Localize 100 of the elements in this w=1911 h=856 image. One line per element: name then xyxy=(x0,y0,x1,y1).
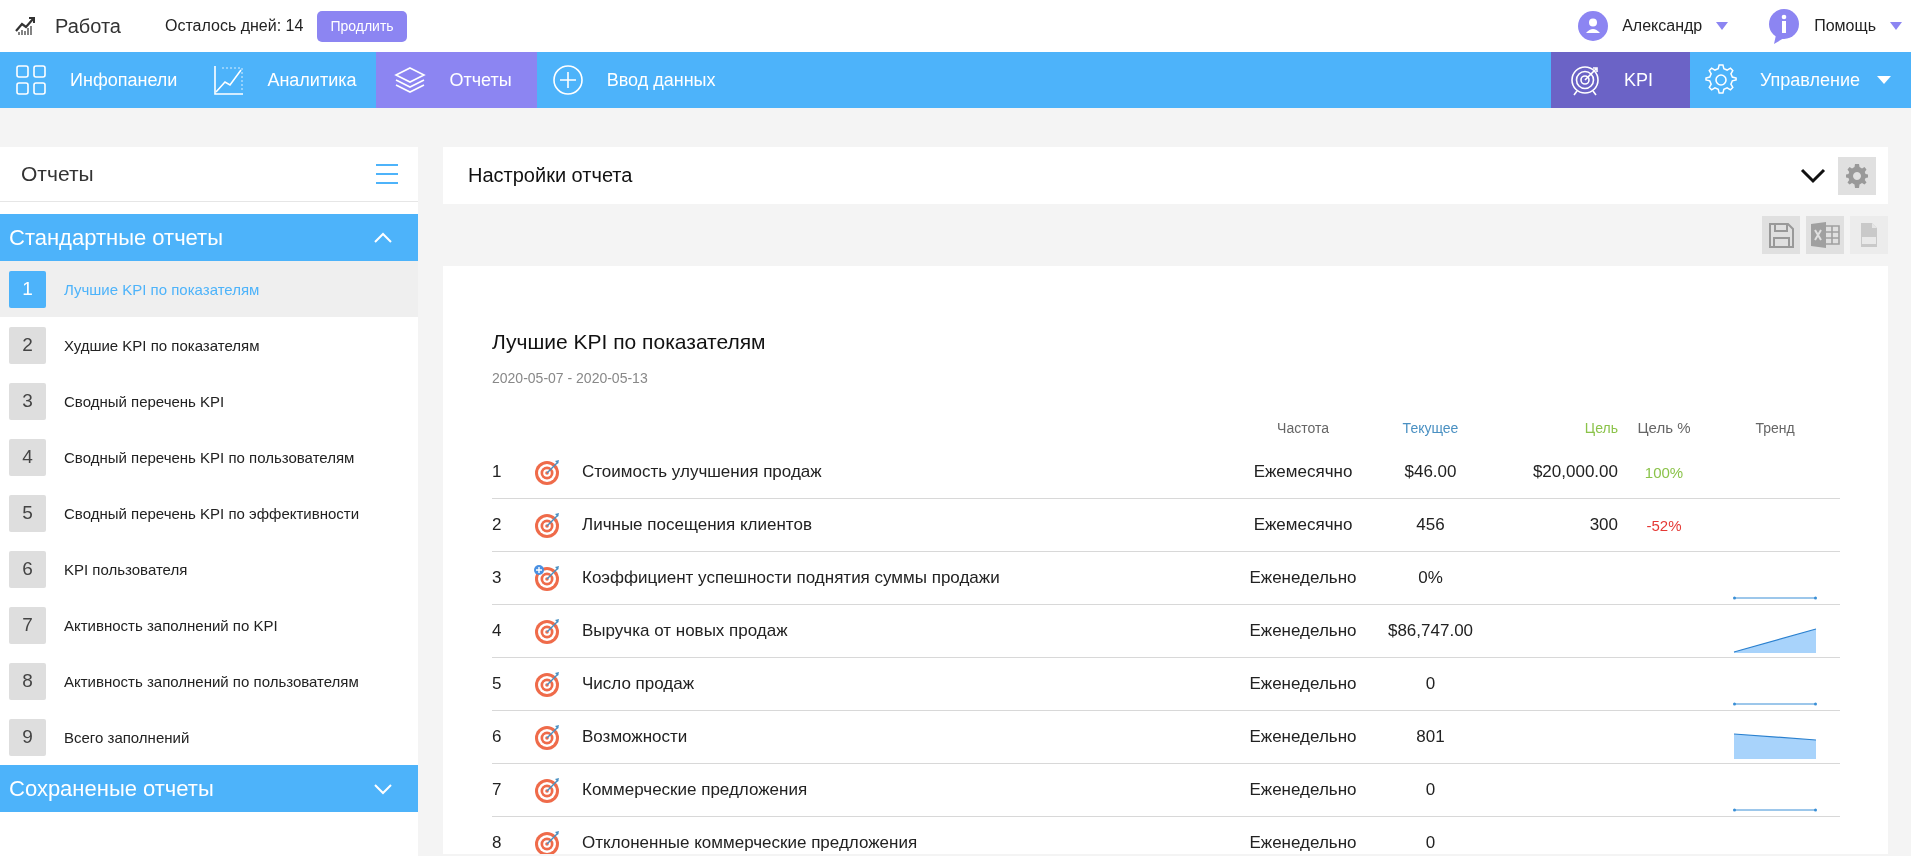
number-tile: 8 xyxy=(9,662,46,700)
grid-icon xyxy=(15,64,47,96)
caret-icon xyxy=(1716,22,1729,30)
report-list-item[interactable]: 2 Худшие KPI по показателям xyxy=(0,317,418,373)
date-range: 2020-05-07 - 2020-05-13 xyxy=(492,370,649,386)
goal-value: 300 xyxy=(1588,515,1618,535)
kpi-name: Возможности xyxy=(582,727,689,747)
number-tile: 7 xyxy=(9,606,46,644)
frequency: Ежемесячно xyxy=(1252,462,1354,482)
plus-circle-icon xyxy=(551,64,584,96)
save-button[interactable] xyxy=(1762,216,1800,254)
row-number: 8 xyxy=(492,833,503,853)
row-number: 1 xyxy=(492,462,503,482)
column-header: Текущее xyxy=(1401,420,1460,436)
column-header: Тренд xyxy=(1754,420,1796,436)
report-name: Сводный перечень KPI по эффективности xyxy=(64,504,360,522)
app-title: Работа xyxy=(55,14,121,38)
kpi-name: Личные посещения клиентов xyxy=(582,515,813,535)
report-list-item[interactable]: 3 Сводный перечень KPI xyxy=(0,373,418,429)
report-name: Сводный перечень KPI по пользователям xyxy=(64,448,355,466)
settings-button[interactable] xyxy=(1838,156,1876,195)
column-header: Цель xyxy=(1583,420,1618,436)
report-list-item[interactable]: 8 Активность заполнений по пользователям xyxy=(0,653,418,709)
info-icon xyxy=(1768,8,1801,44)
excel-export-button[interactable] xyxy=(1806,216,1844,254)
report-list-item[interactable]: 6 KPI пользователя xyxy=(0,541,418,597)
caret-icon xyxy=(1890,22,1902,30)
pdf-export-button[interactable] xyxy=(1850,216,1888,254)
goal-percent: -52% xyxy=(1645,516,1683,534)
current-value: 0 xyxy=(1424,674,1437,694)
current-value: $86,747.00 xyxy=(1386,621,1475,641)
frequency: Еженедельно xyxy=(1248,833,1358,853)
report-list-item[interactable]: 9 Всего заполнений xyxy=(0,709,418,765)
report-list-item[interactable]: 7 Активность заполнений по KPI xyxy=(0,597,418,653)
settings-icon xyxy=(1846,162,1868,189)
user-menu[interactable]: Александр xyxy=(1578,11,1729,41)
number-tile: 5 xyxy=(9,494,46,532)
current-value: $46.00 xyxy=(1403,462,1458,482)
row-number: 3 xyxy=(492,568,503,588)
chevron-icon[interactable] xyxy=(1800,167,1826,184)
caret-icon xyxy=(1877,76,1891,84)
goal-value: $20,000.00 xyxy=(1531,462,1618,482)
report-list-item[interactable]: 5 Сводный перечень KPI по эффективности xyxy=(0,485,418,541)
report-title: Лучшие KPI по показателям xyxy=(492,330,767,354)
column-header: Частота xyxy=(1276,420,1330,436)
current-value: 0% xyxy=(1417,568,1444,588)
goal-percent: 100% xyxy=(1643,463,1685,481)
settings-icon xyxy=(1704,64,1737,96)
number-tile: 9 xyxy=(9,718,46,756)
chevron-icon xyxy=(374,782,392,795)
menu-icon[interactable] xyxy=(376,163,398,185)
column-header: Цель % xyxy=(1636,419,1692,436)
report-name: Худшие KPI по показателям xyxy=(64,336,260,354)
trial-days-text: Осталось дней: 14 xyxy=(165,17,304,35)
row-number: 5 xyxy=(492,674,503,694)
row-number: 6 xyxy=(492,727,503,747)
row-number: 2 xyxy=(492,515,503,535)
report-name: KPI пользователя xyxy=(64,560,188,578)
current-value: 456 xyxy=(1415,515,1446,535)
current-value: 801 xyxy=(1415,727,1446,747)
sidebar-title: Отчеты xyxy=(21,162,94,186)
layers-icon xyxy=(394,64,427,96)
help-menu[interactable]: Помощь xyxy=(1768,8,1902,44)
report-list-item[interactable]: 4 Сводный перечень KPI по пользователям xyxy=(0,429,418,485)
frequency: Еженедельно xyxy=(1248,780,1358,800)
report-name: Лучшие KPI по показателям xyxy=(64,280,260,298)
kpi-name: Число продаж xyxy=(582,674,696,694)
number-tile: 3 xyxy=(9,382,46,420)
kpi-name: Коэффициент успешности поднятия суммы продажи xyxy=(582,568,1001,588)
current-value: 0 xyxy=(1424,780,1437,800)
avatar-icon xyxy=(1578,11,1609,41)
kpi-name: Выручка от новых продаж xyxy=(582,621,789,641)
trend-logo-icon xyxy=(14,15,36,37)
report-name: Активность заполнений по KPI xyxy=(64,616,278,634)
panel-title: Настройки отчета xyxy=(468,164,633,187)
target-icon xyxy=(1568,64,1601,96)
frequency: Еженедельно xyxy=(1248,568,1358,588)
report-name: Всего заполнений xyxy=(64,728,190,746)
chevron-icon xyxy=(374,231,392,244)
kpi-name: Отклоненные коммерческие предложения xyxy=(582,833,919,853)
kpi-name: Коммерческие предложения xyxy=(582,780,809,800)
row-number: 7 xyxy=(492,780,503,800)
row-number: 4 xyxy=(492,621,503,641)
number-tile: 6 xyxy=(9,550,46,588)
frequency: Еженедельно xyxy=(1248,727,1358,747)
nav-tab[interactable]: KPI xyxy=(1550,52,1690,108)
current-value: 0 xyxy=(1424,833,1437,853)
frequency: Еженедельно xyxy=(1248,674,1358,694)
save-icon xyxy=(1767,221,1795,249)
document-icon xyxy=(1859,222,1879,248)
line-chart-icon xyxy=(212,64,245,96)
frequency: Ежемесячно xyxy=(1252,515,1354,535)
number-tile: 4 xyxy=(9,438,46,476)
number-tile: 2 xyxy=(9,326,46,364)
number-tile: 1 xyxy=(9,270,46,308)
kpi-name: Стоимость улучшения продаж xyxy=(582,462,823,482)
report-name: Сводный перечень KPI xyxy=(64,392,225,410)
report-name: Активность заполнений по пользователям xyxy=(64,672,359,690)
spreadsheet-icon xyxy=(1810,220,1840,250)
frequency: Еженедельно xyxy=(1248,621,1358,641)
